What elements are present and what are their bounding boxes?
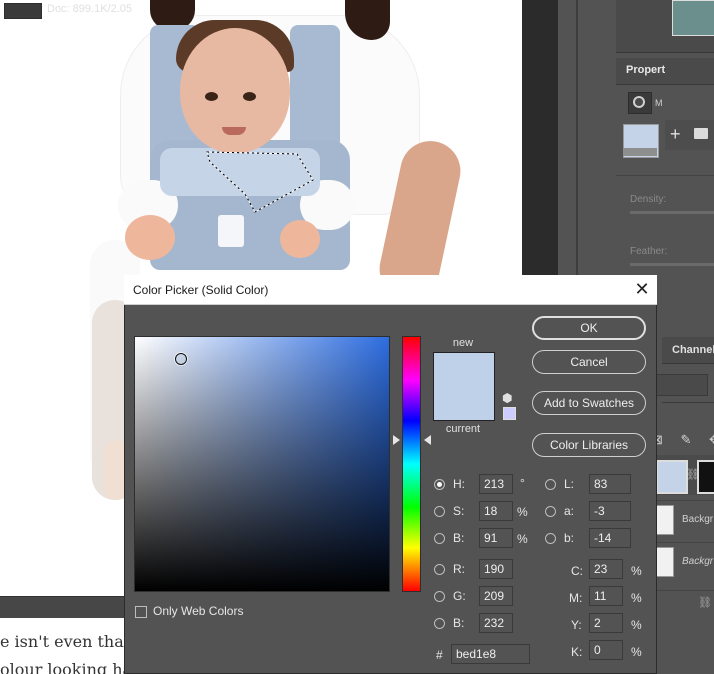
cyan-field[interactable]: 23 (589, 559, 623, 579)
yellow-label: Y: (571, 618, 582, 632)
a-channel-field[interactable]: -3 (589, 501, 631, 521)
green-radio[interactable] (434, 591, 445, 602)
hue-slider-handle-right[interactable] (424, 435, 431, 445)
properties-tab[interactable]: Propert (626, 64, 665, 76)
a-channel-radio[interactable] (545, 506, 556, 517)
lock-icons[interactable]: ⊠ ✎ ✥ (652, 432, 714, 448)
hue-slider[interactable] (402, 336, 421, 592)
panel-divider[interactable] (576, 0, 578, 275)
webpage-text-line-1: e isn't even that p (0, 632, 130, 651)
b-channel-label: b: (564, 531, 575, 545)
close-button[interactable]: ✕ (627, 276, 657, 303)
b-channel-radio[interactable] (545, 533, 556, 544)
current-color-label: current (445, 423, 481, 435)
workspace-gap (522, 0, 558, 275)
layer-name[interactable]: Backgr (682, 514, 713, 525)
cyan-unit: % (631, 564, 642, 578)
marquee-selection[interactable] (205, 150, 320, 220)
background-webpage: e isn't even that p olour looking har (0, 618, 130, 674)
new-color-swatch (433, 352, 495, 387)
lightness-label: L: (564, 477, 575, 491)
hex-field[interactable]: bed1e8 (451, 644, 530, 664)
baby-eye-right (243, 92, 256, 101)
properties-divider (616, 175, 714, 176)
mask-thumbnail-bar (623, 148, 657, 156)
layer-thumbnail[interactable] (656, 460, 688, 494)
hue-label: H: (453, 477, 465, 491)
lightness-field[interactable]: 83 (589, 474, 631, 494)
zoom-field[interactable] (4, 3, 42, 19)
magenta-unit: % (631, 591, 642, 605)
layers-divider (662, 402, 714, 403)
yellow-field[interactable]: 2 (589, 613, 623, 633)
a-channel-label: a: (564, 504, 575, 518)
red-radio[interactable] (434, 564, 445, 575)
density-slider[interactable] (630, 211, 714, 214)
document-info[interactable]: Doc: 899.1K/2.05 (47, 3, 132, 15)
properties-mask-label: M (655, 98, 663, 108)
saturation-radio[interactable] (434, 506, 445, 517)
brightness-label: B: (453, 531, 465, 545)
webpage-text-line-2: olour looking har (0, 660, 130, 674)
blue-field[interactable]: 232 (479, 613, 513, 633)
close-icon: ✕ (634, 279, 650, 299)
blue-radio[interactable] (434, 618, 445, 629)
folder-icon[interactable] (694, 128, 708, 139)
color-field-cursor[interactable] (175, 353, 187, 365)
green-field[interactable]: 209 (479, 586, 513, 606)
lightness-radio[interactable] (545, 479, 556, 490)
saturation-field[interactable]: 18 (479, 501, 513, 521)
layer-name[interactable]: Backgr (682, 556, 713, 567)
baby-eye-left (205, 92, 218, 101)
tab-channels[interactable]: Channels (672, 344, 714, 356)
black-field[interactable]: 0 (589, 640, 623, 660)
hue-slider-handle-left[interactable] (393, 435, 400, 445)
dialog-title: Color Picker (Solid Color) (133, 283, 269, 297)
saturation-label: S: (453, 504, 465, 518)
black-label: K: (571, 645, 583, 659)
document-status-bar (0, 596, 130, 619)
new-color-label: new (452, 337, 474, 349)
only-web-colors-label[interactable]: Only Web Colors (153, 604, 243, 618)
mask-icon (633, 96, 645, 108)
hue-radio[interactable] (434, 479, 445, 490)
layer-thumbnail[interactable] (654, 505, 674, 535)
feather-label: Feather: (630, 246, 668, 257)
feather-slider[interactable] (630, 263, 714, 266)
magenta-field[interactable]: 11 (589, 586, 623, 606)
brightness-unit: % (517, 532, 528, 546)
navigator-thumbnail[interactable] (672, 0, 714, 36)
yellow-unit: % (631, 618, 642, 632)
baby-hand-left (125, 215, 175, 260)
layer-thumbnail[interactable] (654, 547, 674, 577)
red-label: R: (453, 562, 465, 576)
magenta-label: M: (569, 591, 583, 605)
blue-label: B: (453, 616, 465, 630)
link-layers-icon[interactable]: ⛓ (698, 596, 712, 609)
ok-button[interactable]: OK (532, 316, 646, 340)
cancel-button[interactable]: Cancel (532, 350, 646, 374)
plus-icon[interactable]: + (670, 124, 681, 145)
hex-label: # (436, 648, 443, 662)
green-label: G: (453, 589, 466, 603)
web-safe-swatch[interactable] (503, 407, 516, 420)
saturation-brightness-field[interactable] (134, 336, 390, 592)
hue-unit: ° (520, 476, 525, 490)
hue-field[interactable]: 213 (479, 474, 513, 494)
only-web-colors-checkbox[interactable] (135, 606, 147, 618)
color-libraries-button[interactable]: Color Libraries (532, 433, 646, 457)
current-color-swatch[interactable] (433, 386, 495, 421)
cyan-label: C: (571, 564, 583, 578)
baby-hand-right (280, 220, 320, 258)
black-unit: % (631, 645, 642, 659)
brightness-radio[interactable] (434, 533, 445, 544)
web-safe-cube-icon[interactable]: ⬢ (502, 391, 512, 405)
saturation-unit: % (517, 505, 528, 519)
brightness-field[interactable]: 91 (479, 528, 513, 548)
b-channel-field[interactable]: -14 (589, 528, 631, 548)
add-to-swatches-button[interactable]: Add to Swatches (532, 391, 646, 415)
density-label: Density: (630, 194, 667, 205)
layer-mask-thumbnail[interactable] (697, 460, 714, 494)
red-field[interactable]: 190 (479, 559, 513, 579)
